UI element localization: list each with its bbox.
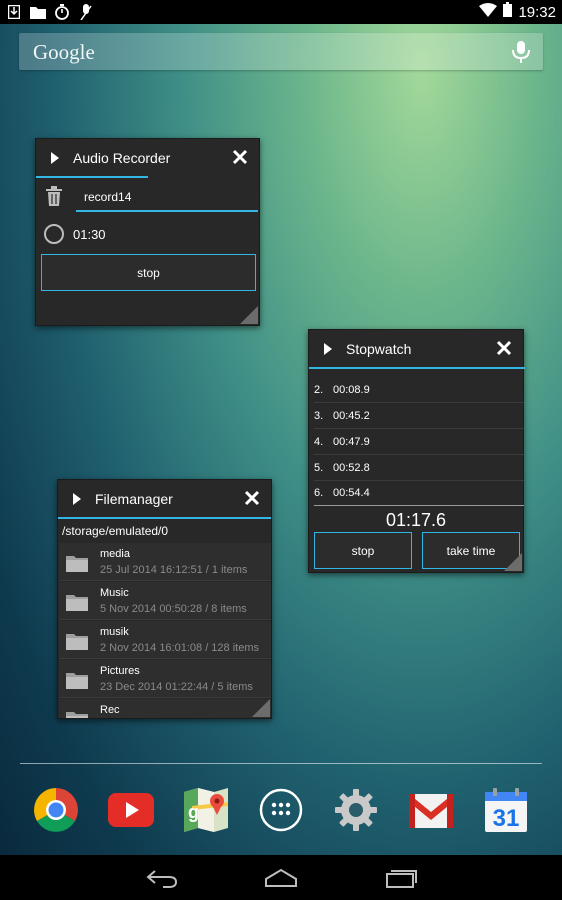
mic-icon[interactable] — [511, 41, 531, 63]
widget-title: Filemanager — [95, 491, 173, 507]
folder-item[interactable]: musik 2 Nov 2014 16:01:08 / 128 items — [59, 621, 271, 659]
mic-off-icon — [78, 4, 94, 20]
chrome-icon[interactable] — [33, 787, 79, 833]
total-time: 01:17.6 — [385, 510, 447, 530]
play-icon[interactable] — [324, 343, 332, 355]
folder-icon — [66, 594, 88, 611]
folder-icon — [66, 711, 88, 718]
audio-recorder-widget: Audio Recorder record14 01:30 stop — [35, 138, 260, 326]
gmail-icon[interactable] — [408, 787, 454, 833]
resize-handle[interactable] — [252, 699, 270, 717]
folder-icon — [66, 672, 88, 689]
lap-time: 00:54.4 — [333, 487, 370, 499]
dock-divider — [20, 763, 542, 764]
widget-title: Stopwatch — [346, 341, 412, 357]
folder-name: musik — [100, 626, 129, 638]
lap-index: 6. — [314, 487, 324, 499]
header-underline — [36, 176, 148, 178]
clock: 19:32 — [518, 3, 556, 21]
app-drawer-icon[interactable] — [258, 787, 304, 833]
close-icon[interactable] — [231, 148, 249, 166]
download-icon — [6, 4, 22, 20]
trash-icon[interactable] — [46, 186, 62, 206]
current-path: /storage/emulated/0 — [62, 524, 169, 538]
stop-button[interactable]: stop — [41, 254, 256, 291]
stop-button[interactable]: stop — [314, 532, 412, 569]
folder-item[interactable]: media 25 Jul 2014 16:12:51 / 1 items — [59, 543, 271, 581]
folder-item[interactable]: Pictures 23 Dec 2014 01:22:44 / 5 items — [59, 660, 271, 698]
lap-time: 00:08.9 — [333, 384, 370, 396]
filename-field[interactable]: record14 — [76, 186, 258, 212]
folder-icon — [30, 4, 46, 20]
widget-title: Audio Recorder — [73, 150, 171, 166]
folder-icon — [66, 555, 88, 572]
folder-name: Rec — [100, 704, 120, 716]
close-icon[interactable] — [495, 339, 513, 357]
lap-time: 00:47.9 — [333, 436, 370, 448]
lap-row: 4. 00:47.9 — [314, 430, 524, 455]
resize-handle[interactable] — [240, 306, 258, 324]
lap-index: 5. — [314, 462, 324, 474]
folder-meta: 5 Nov 2014 00:50:28 / 8 items — [100, 603, 247, 615]
folder-name: Music — [100, 587, 129, 599]
folder-meta: 25 Jul 2014 16:12:51 / 1 items — [100, 564, 248, 576]
settings-icon[interactable] — [333, 787, 379, 833]
lap-row: 6. 00:54.4 — [314, 481, 524, 506]
folder-item[interactable]: Music 5 Nov 2014 00:50:28 / 8 items — [59, 582, 271, 620]
widget-header[interactable]: Audio Recorder — [36, 139, 259, 177]
play-icon[interactable] — [73, 493, 81, 505]
lap-row: 2. 00:08.9 — [314, 378, 524, 403]
resize-handle[interactable] — [504, 553, 522, 571]
lap-row: 5. 00:52.8 — [314, 456, 524, 481]
close-icon[interactable] — [243, 489, 261, 507]
calendar-icon[interactable]: 31 — [483, 787, 529, 833]
recents-icon[interactable] — [384, 867, 418, 889]
lap-time: 00:52.8 — [333, 462, 370, 474]
maps-icon[interactable]: g — [183, 787, 229, 833]
status-bar: 19:32 — [0, 0, 562, 24]
header-underline — [58, 517, 271, 519]
widget-header[interactable]: Filemanager — [58, 480, 271, 518]
header-underline — [309, 367, 525, 369]
google-search-bar[interactable]: Google — [19, 33, 543, 70]
folder-name: media — [100, 548, 130, 560]
stopwatch-icon — [54, 4, 70, 20]
lap-index: 2. — [314, 384, 324, 396]
play-icon[interactable] — [51, 152, 59, 164]
youtube-icon[interactable] — [108, 787, 154, 833]
svg-text:g: g — [188, 802, 199, 822]
calendar-day: 31 — [493, 805, 520, 832]
back-icon[interactable] — [145, 867, 179, 889]
battery-icon — [503, 2, 513, 22]
record-progress-icon — [44, 224, 64, 244]
folder-meta: 23 Dec 2014 01:22:44 / 5 items — [100, 681, 253, 693]
lap-index: 3. — [314, 410, 324, 422]
stopwatch-widget: Stopwatch 2. 00:08.9 3. 00:45.2 4. 00:47… — [308, 329, 525, 573]
folder-name: Pictures — [100, 665, 140, 677]
navigation-bar — [0, 855, 562, 900]
folder-item[interactable]: Rec — [59, 699, 271, 718]
google-logo: Google — [33, 40, 95, 64]
lap-time: 00:45.2 — [333, 410, 370, 422]
lap-row: 3. 00:45.2 — [314, 404, 524, 429]
elapsed-time: 01:30 — [73, 227, 106, 242]
filemanager-widget: Filemanager /storage/emulated/0 media 25… — [57, 479, 272, 719]
wifi-icon — [479, 2, 498, 22]
folder-meta: 2 Nov 2014 16:01:08 / 128 items — [100, 642, 259, 654]
folder-icon — [66, 633, 88, 650]
widget-header[interactable]: Stopwatch — [309, 330, 523, 368]
lap-index: 4. — [314, 436, 324, 448]
home-icon[interactable] — [264, 867, 298, 889]
